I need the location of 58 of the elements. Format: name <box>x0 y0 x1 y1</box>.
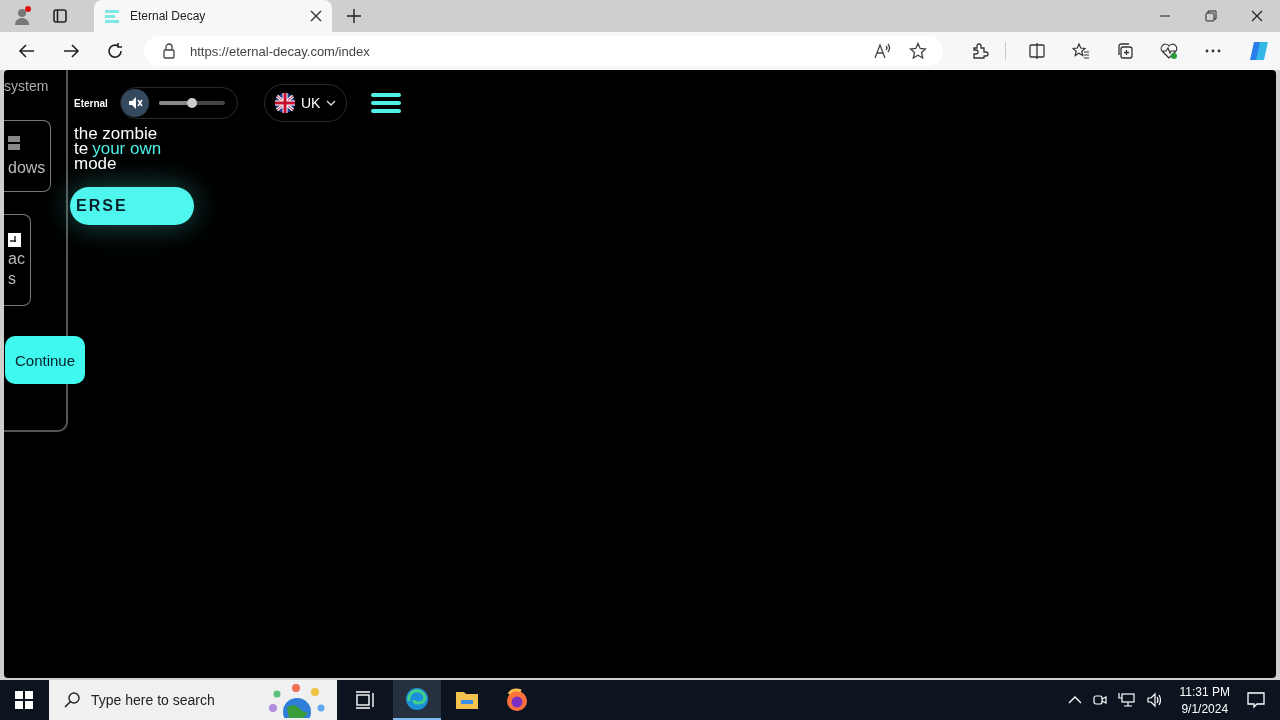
edge-icon <box>405 687 429 711</box>
platform-label: ac <box>8 250 25 268</box>
platform-card[interactable]: dows <box>4 120 52 192</box>
notification-icon[interactable] <box>1246 691 1266 709</box>
volume-icon[interactable] <box>1145 692 1164 708</box>
forward-icon[interactable] <box>62 42 80 60</box>
new-tab-icon[interactable] <box>346 8 362 24</box>
taskbar-search[interactable]: Type here to search <box>49 680 337 720</box>
network-icon[interactable] <box>1117 692 1136 708</box>
finder-icon <box>8 232 22 248</box>
speaker-icon <box>127 95 143 111</box>
chevron-up-icon[interactable] <box>1067 695 1082 705</box>
copilot-icon[interactable] <box>1248 40 1271 62</box>
task-view-icon[interactable] <box>355 691 375 709</box>
camera-icon[interactable] <box>1091 692 1108 708</box>
volume-slider[interactable] <box>159 101 225 105</box>
close-icon[interactable] <box>310 10 322 22</box>
browser-tab[interactable]: Eternal Decay <box>94 0 332 32</box>
system-label: system <box>4 78 49 94</box>
lock-icon <box>161 43 176 59</box>
mute-button[interactable] <box>121 89 149 117</box>
hero-text: the zombie <box>74 126 158 141</box>
site-icon <box>104 8 120 24</box>
favorites-icon[interactable] <box>1072 42 1091 60</box>
restore-icon[interactable] <box>1205 10 1217 22</box>
split-screen-icon[interactable] <box>1028 42 1047 60</box>
platform-label: dows <box>8 159 46 177</box>
close-icon[interactable] <box>1251 10 1263 22</box>
hero-text: mode <box>74 156 117 171</box>
edge-taskbar-button[interactable] <box>393 680 441 720</box>
folder-icon <box>455 690 479 710</box>
platform-label: s <box>8 270 16 288</box>
collections-icon[interactable] <box>1116 42 1135 60</box>
language-selector[interactable]: UK <box>264 84 348 122</box>
hero-text: your own <box>92 141 162 156</box>
search-icon <box>63 691 81 709</box>
flag-icon <box>275 93 295 113</box>
cta-button[interactable]: ERSE <box>70 187 194 225</box>
menu-icon[interactable] <box>371 93 402 113</box>
windows-icon <box>8 135 22 151</box>
read-aloud-icon[interactable] <box>873 42 892 60</box>
taskbar-clock[interactable]: 11:31 PM 9/1/2024 <box>1179 684 1230 716</box>
platform-card[interactable]: ac s <box>4 214 31 306</box>
back-icon[interactable] <box>18 42 36 60</box>
hero-text: te <box>74 141 89 156</box>
tab-actions-icon[interactable] <box>52 8 68 24</box>
refresh-icon[interactable] <box>105 42 124 60</box>
logo-text: Eternal <box>74 97 109 109</box>
firefox-icon <box>505 688 529 712</box>
address-bar[interactable]: https://eternal-decay.com/index <box>143 36 944 66</box>
continue-button[interactable]: Continue <box>5 336 86 384</box>
heart-pulse-icon[interactable] <box>1160 42 1179 60</box>
caret-icon <box>326 100 337 106</box>
profile-icon[interactable] <box>12 5 34 27</box>
volume-thumb[interactable] <box>187 98 197 108</box>
puzzle-icon[interactable] <box>971 42 990 60</box>
star-icon[interactable] <box>909 42 928 60</box>
start-icon[interactable] <box>15 691 33 709</box>
